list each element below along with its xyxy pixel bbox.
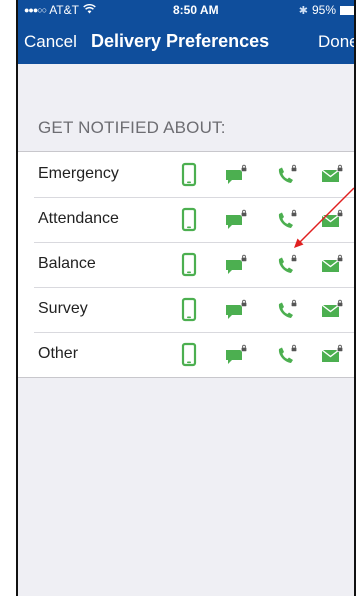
phone-screen: ●●●○○ AT&T 8:50 AM ✱ 95% Cancel Delivery… — [16, 0, 356, 596]
row-label: Other — [38, 345, 79, 362]
status-right: ✱ 95% — [298, 3, 354, 17]
phone-call-lock-icon[interactable] — [274, 342, 300, 368]
wifi-icon — [83, 3, 96, 17]
mobile-phone-icon[interactable] — [176, 297, 202, 323]
bluetooth-icon: ✱ — [298, 4, 308, 17]
battery-icon — [340, 5, 354, 15]
page-title: Delivery Preferences — [91, 31, 270, 51]
sms-bubble-lock-icon[interactable] — [224, 162, 250, 188]
envelope-lock-icon[interactable] — [320, 207, 346, 233]
phone-call-lock-icon[interactable] — [274, 207, 300, 233]
signal-strength-icon: ●●●○○ — [24, 5, 47, 15]
done-button[interactable]: Done — [318, 32, 354, 52]
battery-percent: 95% — [311, 3, 336, 17]
mobile-phone-icon[interactable] — [176, 162, 202, 188]
sms-bubble-lock-icon[interactable] — [224, 207, 250, 233]
status-bar: ●●●○○ AT&T 8:50 AM ✱ 95% — [18, 0, 354, 20]
phone-call-lock-icon[interactable] — [274, 297, 300, 323]
envelope-lock-icon[interactable] — [320, 252, 346, 278]
list-item-emergency: Emergency — [18, 152, 354, 197]
sms-bubble-lock-icon[interactable] — [224, 342, 250, 368]
row-label: Balance — [38, 255, 96, 272]
list-item-attendance: Attendance — [18, 197, 354, 242]
envelope-lock-icon[interactable] — [320, 162, 346, 188]
row-label: Attendance — [38, 210, 119, 227]
status-time: 8:50 AM — [173, 3, 219, 17]
carrier-label: AT&T — [49, 3, 79, 17]
cancel-button[interactable]: Cancel — [24, 32, 77, 52]
phone-call-lock-icon[interactable] — [274, 252, 300, 278]
status-left: ●●●○○ AT&T — [24, 3, 96, 17]
list-item-other: Other — [18, 332, 354, 377]
sms-bubble-lock-icon[interactable] — [224, 252, 250, 278]
mobile-phone-icon[interactable] — [176, 342, 202, 368]
phone-call-lock-icon[interactable] — [274, 162, 300, 188]
navigation-bar: Cancel Delivery Preferences Done — [18, 20, 354, 64]
envelope-lock-icon[interactable] — [320, 342, 346, 368]
list-item-survey: Survey — [18, 287, 354, 332]
sms-bubble-lock-icon[interactable] — [224, 297, 250, 323]
section-header: GET NOTIFIED ABOUT: — [38, 118, 226, 137]
mobile-phone-icon[interactable] — [176, 252, 202, 278]
envelope-lock-icon[interactable] — [320, 297, 346, 323]
notification-type-list: Emergency Attendance Balance Survey Othe… — [18, 151, 354, 378]
row-label: Emergency — [38, 165, 119, 182]
row-label: Survey — [38, 300, 88, 317]
list-item-balance: Balance — [18, 242, 354, 287]
mobile-phone-icon[interactable] — [176, 207, 202, 233]
